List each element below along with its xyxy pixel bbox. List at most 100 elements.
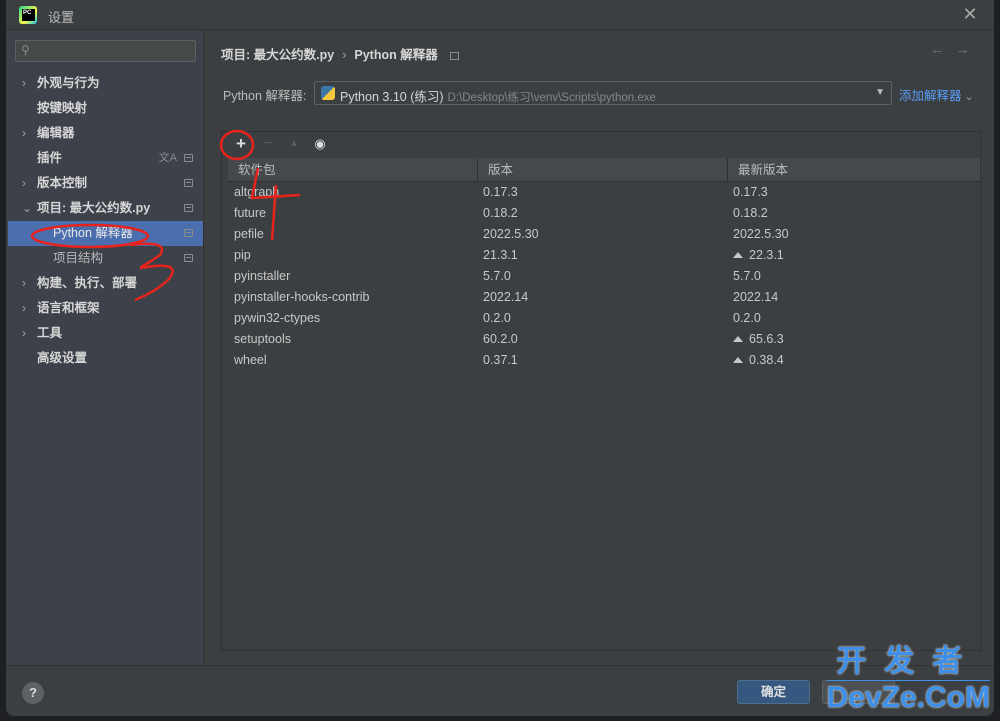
add-interpreter-link[interactable]: 添加解释器 ⌄ — [899, 85, 974, 104]
table-row[interactable]: pefile 2022.5.30 2022.5.30 — [228, 224, 980, 245]
sidebar-item-label: 语言和框架 — [37, 301, 100, 315]
packages-table: 软件包 版本 最新版本 altgraph 0.17.3 0.17.3 future 0.… — [228, 158, 980, 371]
settings-dialog: 设置 ✕ ⚲ ›外观与行为按键映射›编辑器插件文A›版本控制⌄项目: 最大公约数… — [6, 0, 994, 716]
package-name-cell: pywin32-ctypes — [228, 308, 478, 329]
package-name-cell: pip — [228, 245, 478, 266]
cancel-button[interactable] — [822, 680, 895, 704]
table-row[interactable]: pyinstaller-hooks-contrib 2022.14 2022.14 — [228, 287, 980, 308]
version-cell: 2022.5.30 — [478, 224, 728, 245]
chevron-right-icon[interactable]: › — [22, 71, 26, 96]
back-arrow-icon[interactable]: ← — [930, 41, 955, 58]
chevron-right-icon[interactable]: › — [22, 171, 26, 196]
help-button[interactable]: ? — [22, 682, 44, 704]
breadcrumb-project[interactable]: 项目: 最大公约数.py — [221, 48, 334, 62]
settings-badge-icon — [184, 254, 193, 262]
sidebar-item[interactable]: › 构建、执行、部署 — [6, 271, 203, 296]
upgrade-available-icon — [733, 336, 743, 342]
sidebar-item-label: 编辑器 — [37, 126, 75, 140]
sidebar-item-label: 高级设置 — [37, 351, 88, 365]
settings-badge-icon — [184, 229, 193, 237]
version-cell-text: 60.2.0 — [483, 332, 518, 346]
latest-version-cell: 0.18.2 — [728, 203, 980, 224]
sidebar-item-label: 工具 — [37, 326, 63, 340]
latest-version-cell-text: 22.3.1 — [749, 248, 784, 262]
sidebar-item[interactable]: 高级设置 — [6, 346, 203, 371]
eye-icon[interactable]: ◉ — [311, 135, 329, 153]
settings-sidebar: ⚲ › 外观与行为 按键映射 › 编辑器 插件 文A › 版本控制 ⌄ 项目: 最大公约数.py Py… — [6, 31, 204, 665]
sidebar-item[interactable]: › 语言和框架 — [6, 296, 203, 321]
package-name-cell: wheel — [228, 350, 478, 371]
package-name-cell: pefile — [228, 224, 478, 245]
column-header-version[interactable]: 版本 — [478, 158, 728, 182]
dialog-footer: ? 确定 — [6, 665, 994, 716]
sidebar-item[interactable]: › 版本控制 — [6, 171, 203, 196]
settings-badge-icon — [449, 51, 459, 60]
close-icon[interactable]: ✕ — [960, 4, 980, 24]
package-name-cell-text: setuptools — [234, 332, 291, 346]
version-cell: 2022.14 — [478, 287, 728, 308]
latest-version-cell: 65.6.3 — [728, 329, 980, 350]
version-cell-text: 2022.14 — [483, 290, 529, 304]
interpreter-label: Python 解释器: — [223, 89, 307, 103]
upgrade-available-icon — [733, 252, 743, 258]
latest-version-cell: 0.38.4 — [728, 350, 980, 371]
latest-version-cell-text: 2022.5.30 — [733, 227, 789, 241]
sidebar-item[interactable]: › 外观与行为 — [6, 71, 203, 96]
chevron-down-icon[interactable]: ⌄ — [22, 196, 32, 221]
ok-button[interactable]: 确定 — [737, 680, 810, 704]
dropdown-arrow-icon: ▼ — [875, 87, 885, 98]
interpreter-name: Python 3.10 (练习) — [340, 90, 444, 104]
column-header-latest[interactable]: 最新版本 — [728, 158, 980, 182]
interpreter-select[interactable]: Python 3.10 (练习) D:\Desktop\练习\venv\Scrip… — [314, 81, 892, 105]
package-name-cell-text: pywin32-ctypes — [234, 311, 321, 325]
table-row[interactable]: future 0.18.2 0.18.2 — [228, 203, 980, 224]
chevron-right-icon[interactable]: › — [22, 121, 26, 146]
sidebar-item-label: 外观与行为 — [37, 76, 100, 90]
column-header-package[interactable]: 软件包 — [228, 158, 478, 182]
package-name-cell-text: altgraph — [234, 185, 280, 199]
sidebar-item[interactable]: 按键映射 — [6, 96, 203, 121]
latest-version-cell-text: 0.18.2 — [733, 206, 768, 220]
install-package-button[interactable]: + — [232, 135, 250, 153]
sidebar-item[interactable]: ⌄ 项目: 最大公约数.py — [6, 196, 203, 221]
package-name-cell: future — [228, 203, 478, 224]
window-title: 设置 — [48, 10, 75, 25]
sidebar-item-label: 构建、执行、部署 — [37, 276, 138, 290]
package-name-cell: pyinstaller-hooks-contrib — [228, 287, 478, 308]
latest-version-cell: 0.17.3 — [728, 182, 980, 203]
sidebar-item-label: Python 解释器 — [53, 226, 133, 240]
search-icon: ⚲ — [21, 43, 30, 57]
package-name-cell-text: pyinstaller — [234, 269, 291, 283]
latest-version-cell: 2022.14 — [728, 287, 980, 308]
uninstall-package-button[interactable]: − — [259, 135, 277, 153]
latest-version-cell: 0.2.0 — [728, 308, 980, 329]
settings-badge-icon — [184, 204, 193, 212]
latest-version-cell-text: 0.2.0 — [733, 311, 761, 325]
table-body: altgraph 0.17.3 0.17.3 future 0.18.2 0.18.2 pe… — [228, 182, 980, 371]
sidebar-item[interactable]: 项目结构 — [6, 246, 203, 271]
package-name-cell: setuptools — [228, 329, 478, 350]
forward-arrow-icon[interactable]: → — [955, 41, 980, 58]
interpreter-path: D:\Desktop\练习\venv\Scripts\python.exe — [447, 92, 656, 104]
table-row[interactable]: pyinstaller 5.7.0 5.7.0 — [228, 266, 980, 287]
chevron-right-icon[interactable]: › — [22, 296, 26, 321]
sidebar-item[interactable]: › 编辑器 — [6, 121, 203, 146]
python-interpreter-page: 项目: 最大公约数.py › Python 解释器 ←→ Python 解释器: P… — [205, 31, 994, 665]
sidebar-item[interactable]: Python 解释器 — [8, 221, 203, 246]
upgrade-available-icon — [733, 357, 743, 363]
sidebar-item[interactable]: 插件 文A — [6, 146, 203, 171]
table-row[interactable]: pip 21.3.1 22.3.1 — [228, 245, 980, 266]
chevron-right-icon[interactable]: › — [22, 271, 26, 296]
table-row[interactable]: wheel 0.37.1 0.38.4 — [228, 350, 980, 371]
table-row[interactable]: pywin32-ctypes 0.2.0 0.2.0 — [228, 308, 980, 329]
chevron-right-icon[interactable]: › — [22, 321, 26, 346]
table-header: 软件包 版本 最新版本 — [228, 158, 980, 182]
packages-toolbar: + − ▲ ◉ — [222, 132, 980, 157]
breadcrumb: 项目: 最大公约数.py › Python 解释器 — [221, 44, 459, 63]
sidebar-item[interactable]: › 工具 — [6, 321, 203, 346]
version-cell-text: 21.3.1 — [483, 248, 518, 262]
table-row[interactable]: setuptools 60.2.0 65.6.3 — [228, 329, 980, 350]
settings-search-input[interactable]: ⚲ — [15, 40, 196, 62]
upgrade-package-button[interactable]: ▲ — [285, 135, 303, 153]
table-row[interactable]: altgraph 0.17.3 0.17.3 — [228, 182, 980, 203]
